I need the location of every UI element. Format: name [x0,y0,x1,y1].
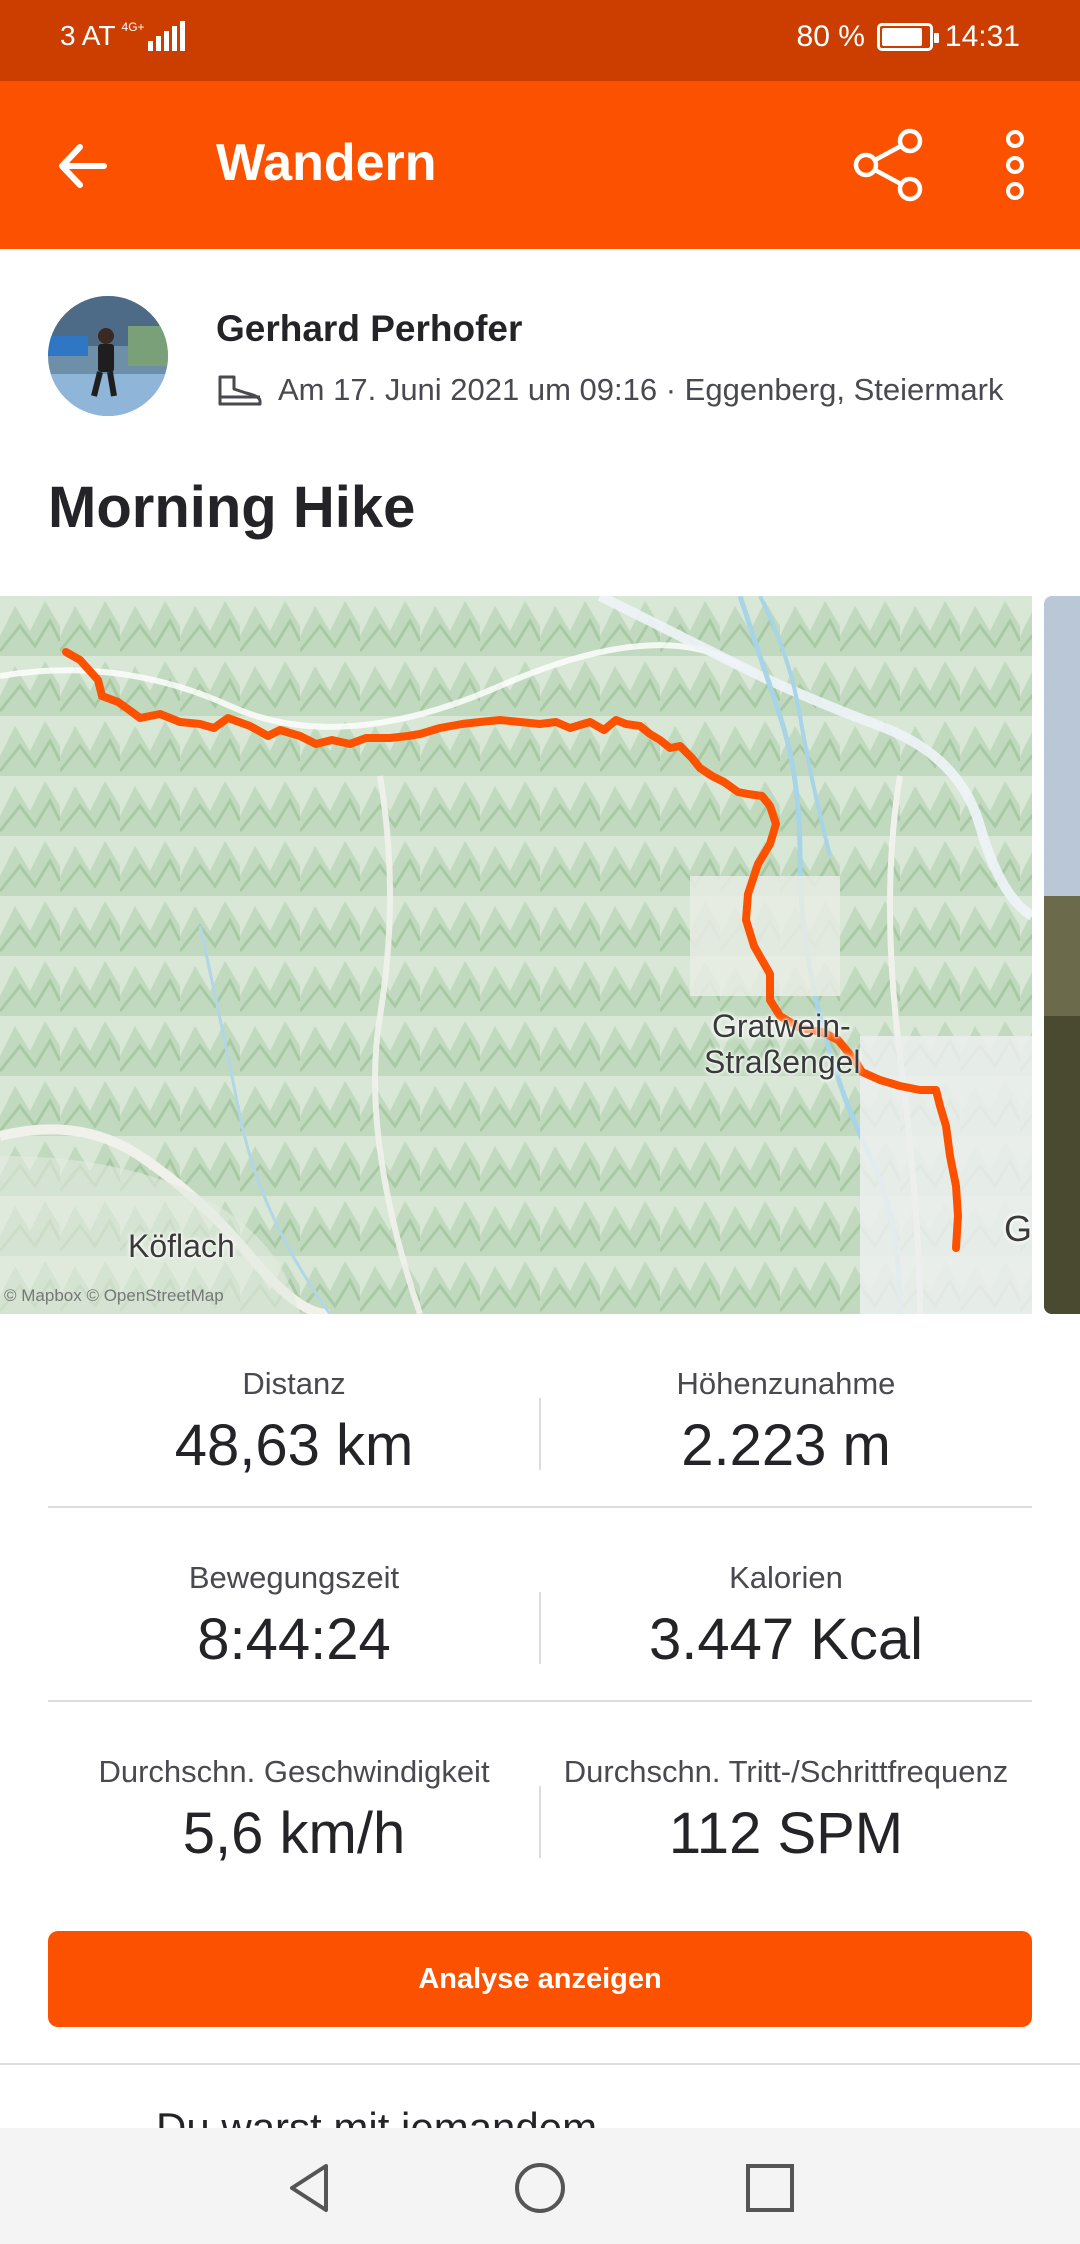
map-attribution[interactable]: © Mapbox © OpenStreetMap [4,1286,224,1306]
stat-value: 8:44:24 [197,1607,391,1672]
section-divider [0,2063,1080,2065]
stat-value: 2.223 m [681,1413,891,1478]
nav-back-icon[interactable] [282,2160,338,2216]
nav-home-icon[interactable] [512,2160,568,2216]
stat-row: Durchschn. Geschwindigkeit 5,6 km/h Durc… [48,1702,1032,1896]
athlete-name[interactable]: Gerhard Perhofer [216,308,522,350]
stat-row: Bewegungszeit 8:44:24 Kalorien 3.447 Kca… [48,1508,1032,1702]
stat-label: Höhenzunahme [676,1366,896,1401]
share-icon[interactable] [850,127,926,203]
stat-avg-speed: Durchschn. Geschwindigkeit 5,6 km/h [48,1754,540,1867]
avatar[interactable] [48,296,168,416]
stat-label: Durchschn. Tritt-/Schrittfrequenz [563,1754,1009,1789]
stat-value: 112 SPM [668,1801,904,1866]
stat-label: Bewegungszeit [188,1560,400,1595]
stat-value: 5,6 km/h [182,1801,406,1866]
stat-value: 3.447 Kcal [648,1607,924,1672]
stat-value: 48,63 km [174,1413,414,1478]
stat-moving-time: Bewegungszeit 8:44:24 [48,1560,540,1673]
photo-thumbnail[interactable] [1044,596,1080,1314]
activity-date-location: Am 17. Juni 2021 um 09:16 · Eggenberg, S… [278,372,1004,407]
stat-elevation: Höhenzunahme 2.223 m [540,1366,1032,1479]
map-label-koeflach: Köflach [128,1228,235,1264]
route-map[interactable]: Gratwein- Straßengel Köflach G © Mapbox … [0,596,1032,1314]
signal-icon: 4G+ [122,21,185,51]
battery-icon [876,23,939,51]
analyse-button[interactable]: Analyse anzeigen [48,1931,1032,2027]
carrier-label: 3 AT [60,20,116,51]
battery-percent: 80 % [796,20,865,53]
map-label-strassengel: Straßengel [704,1044,861,1080]
hiking-shoe-icon [218,375,262,406]
network-type: 4G+ [121,20,145,34]
arrow-left-icon[interactable] [52,135,114,197]
app-bar: Wandern [0,81,1080,249]
map-label-edge: G [1004,1208,1032,1249]
stat-label: Distanz [242,1366,346,1401]
stat-label: Durchschn. Geschwindigkeit [98,1754,490,1789]
map-label-gratwein: Gratwein- [712,1008,851,1044]
status-bar: 3 AT 4G+ 80 % 14:31 [0,0,1080,81]
nav-recents-icon[interactable] [742,2160,798,2216]
page-title: Wandern [216,134,437,192]
stat-row: Distanz 48,63 km Höhenzunahme 2.223 m [48,1314,1032,1508]
status-right: 80 % 14:31 [797,20,1020,54]
map-background [0,596,1032,1314]
activity-title: Morning Hike [48,475,416,540]
system-nav-bar [0,2128,1080,2244]
stat-avg-cadence: Durchschn. Tritt-/Schrittfrequenz 112 SP… [540,1754,1032,1867]
stat-label: Kalorien [729,1560,843,1595]
activity-meta: Am 17. Juni 2021 um 09:16 · Eggenberg, S… [216,372,1003,408]
more-vertical-icon[interactable] [996,127,1034,203]
stats-grid: Distanz 48,63 km Höhenzunahme 2.223 m Be… [48,1314,1032,1896]
clock: 14:31 [944,20,1020,53]
stat-calories: Kalorien 3.447 Kcal [540,1560,1032,1673]
status-left: 3 AT 4G+ [60,20,185,52]
stat-distance: Distanz 48,63 km [48,1366,540,1479]
